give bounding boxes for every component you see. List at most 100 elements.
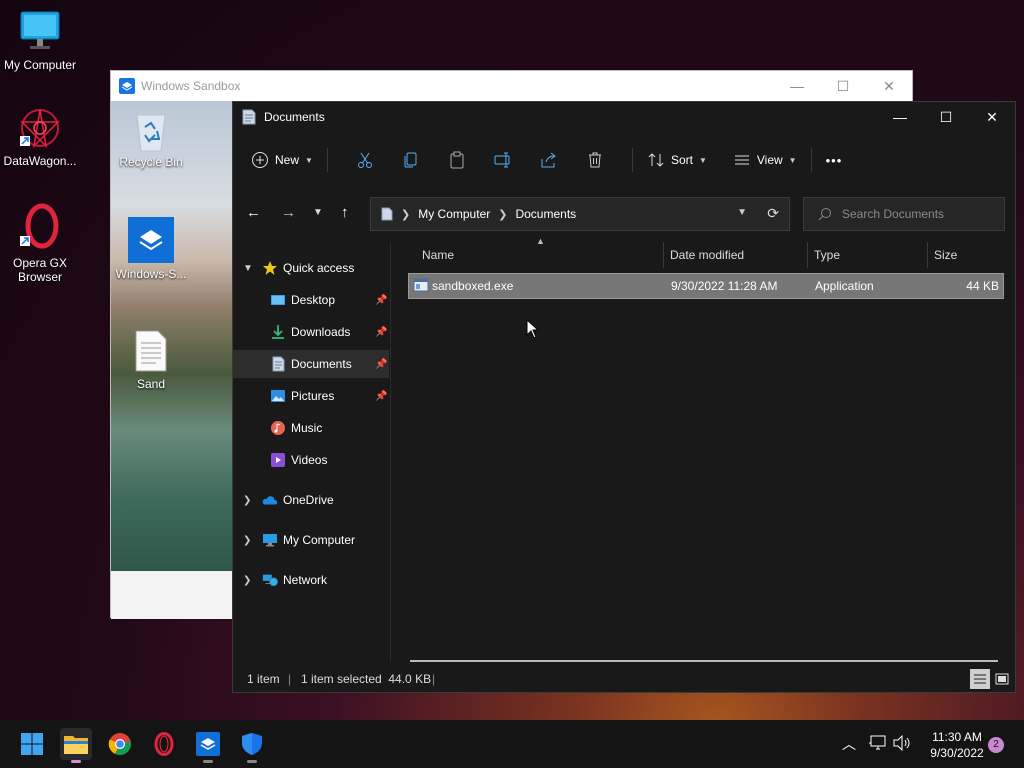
sandbox-maximize-button[interactable]: ☐ <box>820 78 866 95</box>
address-dropdown-icon[interactable]: ▼ <box>737 207 747 218</box>
sandbox-icon-recycle-bin[interactable]: Recycle Bin <box>111 109 191 169</box>
sandbox-title: Windows Sandbox <box>141 79 241 93</box>
sandbox-icon-windows-sandbox[interactable]: Windows-S... <box>111 217 191 281</box>
horizontal-scrollbar[interactable] <box>410 660 998 662</box>
pin-icon: 📌 <box>375 390 388 402</box>
pane-splitter[interactable] <box>390 242 391 662</box>
show-hidden-icons-chevron-icon[interactable]: ︿ <box>842 734 856 754</box>
sidebar-item-music[interactable]: Music <box>233 414 389 442</box>
running-indicator <box>71 760 81 763</box>
file-date: 9/30/2022 11:28 AM <box>671 279 778 293</box>
notification-badge[interactable]: 2 <box>988 737 1004 753</box>
explorer-minimize-button[interactable]: — <box>877 109 923 126</box>
expand-chevron-icon[interactable]: ▼ <box>243 263 253 274</box>
forward-arrow-icon[interactable]: → <box>281 204 296 221</box>
file-name: sandboxed.exe <box>432 279 514 293</box>
monitor-icon <box>18 10 62 54</box>
sidebar-item-downloads[interactable]: Downloads 📌 <box>233 318 389 346</box>
recent-locations-chevron-icon[interactable]: ▼ <box>313 207 323 218</box>
address-bar[interactable]: ❯ My Computer ❯ Documents ▼ ⟳ <box>370 197 790 231</box>
sandbox-icon-label: Sand <box>136 377 166 391</box>
refresh-icon[interactable]: ⟳ <box>767 205 779 222</box>
trash-icon <box>588 152 601 168</box>
explorer-title: Documents <box>264 110 325 124</box>
documents-icon <box>242 109 256 125</box>
sandbox-minimize-button[interactable]: — <box>774 78 820 95</box>
taskbar-windows-security[interactable] <box>236 728 268 763</box>
file-row[interactable]: sandboxed.exe 9/30/2022 11:28 AM Applica… <box>408 273 1004 299</box>
up-arrow-icon[interactable]: ↑ <box>341 204 349 221</box>
windows-sandbox-icon <box>128 217 174 263</box>
sandbox-titlebar[interactable]: Windows Sandbox — ☐ ✕ <box>111 71 912 101</box>
sidebar-item-pictures[interactable]: Pictures 📌 <box>233 382 389 410</box>
share-button[interactable] <box>537 148 561 172</box>
back-arrow-icon[interactable]: ← <box>246 204 261 221</box>
sandbox-icon-sand[interactable]: Sand <box>111 329 191 391</box>
search-box[interactable]: Search Documents <box>803 197 1005 231</box>
sidebar-label: My Computer <box>283 533 356 547</box>
clock-time: 11:30 AM <box>932 730 982 744</box>
sort-button[interactable]: Sort ▼ <box>647 151 707 169</box>
desktop-icon-my-computer[interactable]: My Computer <box>0 10 80 72</box>
desktop-icon-label: My Computer <box>3 58 77 72</box>
explorer-close-button[interactable]: ✕ <box>969 109 1015 126</box>
column-header-date[interactable]: Date modified <box>670 240 810 270</box>
view-button[interactable]: View ▼ <box>733 151 797 169</box>
sidebar-item-videos[interactable]: Videos <box>233 446 389 474</box>
clipboard-icon <box>450 151 464 169</box>
desktop-icon-opera-gx[interactable]: Opera GX Browser <box>0 202 80 284</box>
sidebar-item-desktop[interactable]: Desktop 📌 <box>233 286 389 314</box>
breadcrumb-my-computer[interactable]: My Computer <box>418 207 490 221</box>
cut-button[interactable] <box>353 148 377 172</box>
system-clock[interactable]: 11:30 AM 9/30/2022 <box>915 729 999 761</box>
file-explorer-window[interactable]: Documents — ☐ ✕ New ▼ Sort ▼ View ▼ ••• … <box>232 101 1016 693</box>
volume-icon[interactable] <box>893 735 911 751</box>
sidebar-item-documents[interactable]: Documents 📌 <box>233 350 389 378</box>
toolbar-separator <box>326 148 328 172</box>
explorer-titlebar[interactable]: Documents — ☐ ✕ <box>233 102 1015 132</box>
explorer-maximize-button[interactable]: ☐ <box>923 109 969 126</box>
copy-icon <box>404 152 417 168</box>
copy-button[interactable] <box>399 148 423 172</box>
column-header-size[interactable]: Size <box>934 240 1004 270</box>
documents-icon <box>381 207 393 221</box>
column-divider[interactable] <box>663 242 664 268</box>
sidebar-label: OneDrive <box>283 493 334 507</box>
column-header-type[interactable]: Type <box>814 240 924 270</box>
rename-button[interactable] <box>491 148 515 172</box>
new-button[interactable]: New ▼ <box>251 151 313 169</box>
paste-button[interactable] <box>445 148 469 172</box>
sandbox-close-button[interactable]: ✕ <box>866 78 912 95</box>
details-view-icon <box>974 674 986 684</box>
sidebar-item-network[interactable]: ❯ Network <box>233 566 389 594</box>
sidebar-item-quick-access[interactable]: ▼ Quick access <box>233 254 389 282</box>
taskbar-opera-gx[interactable] <box>148 728 180 760</box>
expand-chevron-icon[interactable]: ❯ <box>243 575 251 586</box>
pin-icon: 📌 <box>375 326 388 338</box>
taskbar-chrome[interactable] <box>104 728 136 760</box>
details-view-button[interactable] <box>970 669 990 689</box>
breadcrumb-documents[interactable]: Documents <box>515 207 576 221</box>
column-divider[interactable] <box>807 242 808 268</box>
taskbar-file-explorer[interactable] <box>60 728 92 763</box>
column-divider[interactable] <box>927 242 928 268</box>
start-button[interactable] <box>16 728 48 760</box>
column-header-name[interactable]: Name <box>422 240 662 270</box>
thumbnail-view-button[interactable] <box>992 669 1012 689</box>
sidebar-item-my-computer[interactable]: ❯ My Computer <box>233 526 389 554</box>
more-options-button[interactable]: ••• <box>826 153 843 168</box>
scissors-icon <box>357 152 372 168</box>
network-status-icon[interactable] <box>868 735 888 751</box>
sidebar-item-onedrive[interactable]: ❯ OneDrive <box>233 486 389 514</box>
desktop-icon-datawagon[interactable]: DataWagon... <box>0 106 80 168</box>
status-item-count: 1 item <box>247 672 280 686</box>
monitor-icon <box>262 532 278 548</box>
delete-button[interactable] <box>583 148 607 172</box>
view-label: View <box>756 153 783 167</box>
taskbar-windows-sandbox[interactable] <box>192 728 224 763</box>
chevron-down-icon: ▼ <box>788 155 797 165</box>
expand-chevron-icon[interactable]: ❯ <box>243 535 251 546</box>
chrome-icon <box>108 733 131 755</box>
sandbox-desktop[interactable]: Recycle Bin Windows-S... Sand <box>111 101 234 571</box>
expand-chevron-icon[interactable]: ❯ <box>243 495 251 506</box>
